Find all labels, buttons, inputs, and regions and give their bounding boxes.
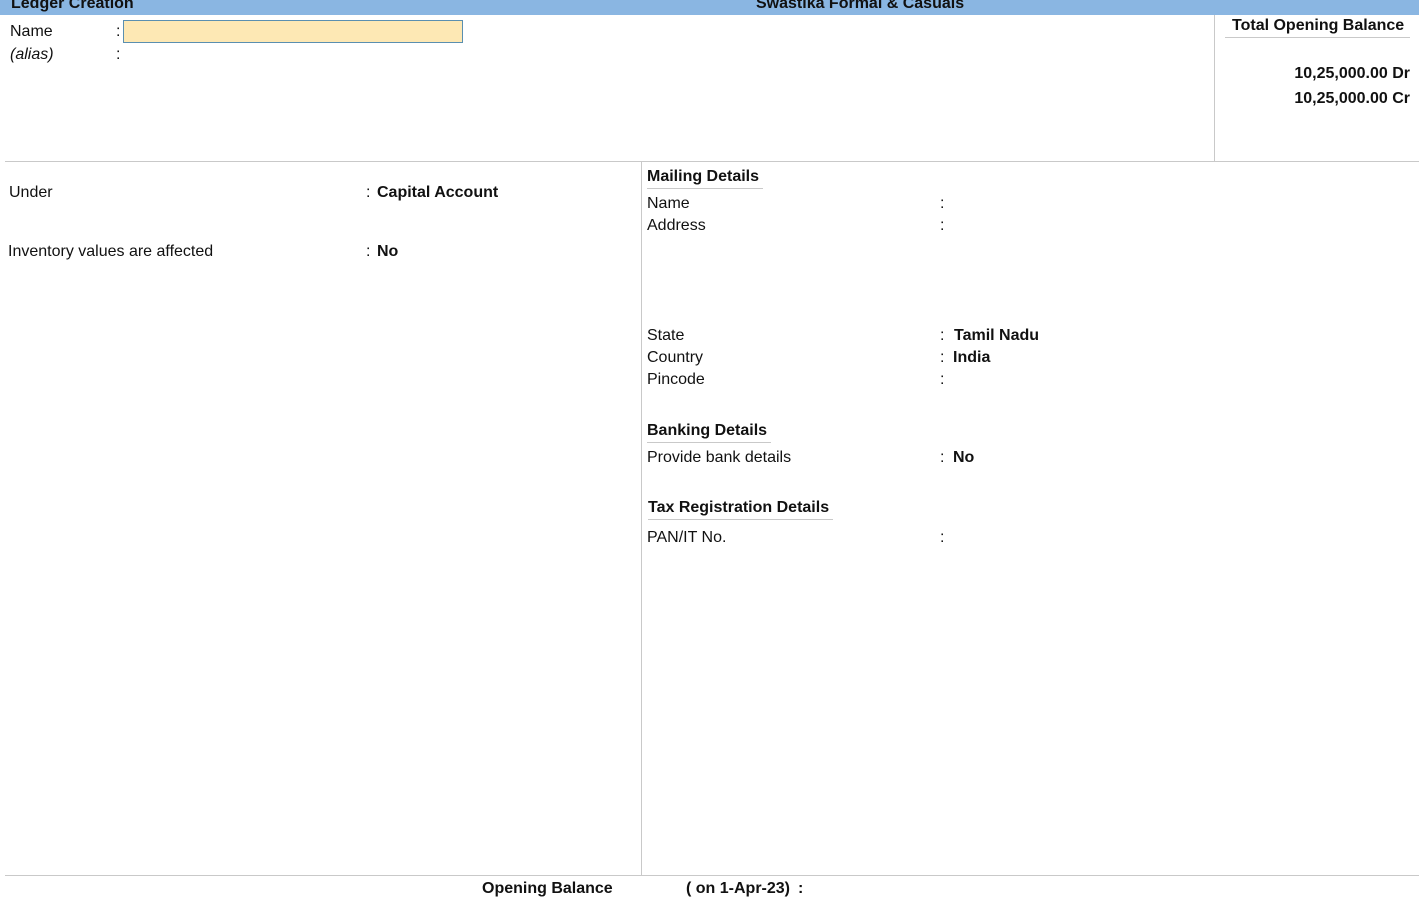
pincode-separator: : [940, 371, 945, 388]
name-separator: : [116, 23, 121, 40]
address-separator: : [940, 217, 945, 234]
inventory-affected-value[interactable]: No [377, 243, 398, 261]
total-opening-balance-title: Total Opening Balance [1225, 17, 1411, 38]
pincode-field[interactable] [952, 370, 1152, 390]
banking-details-title: Banking Details [647, 422, 772, 443]
tax-registration-title: Tax Registration Details [648, 499, 834, 520]
under-separator: : [366, 184, 371, 201]
under-value[interactable]: Capital Account [377, 184, 498, 202]
footer-divider [5, 875, 1419, 876]
opening-balance-field[interactable] [812, 879, 1012, 899]
country-label: Country [647, 349, 704, 366]
alias-input[interactable] [123, 45, 461, 65]
pan-field[interactable] [952, 528, 1252, 548]
address-label: Address [647, 217, 706, 234]
title-bar: Ledger Creation Swastika Formal & Casual… [0, 0, 1419, 15]
provide-bank-details-label: Provide bank details [647, 449, 792, 466]
opening-balance-label: Opening Balance [482, 880, 613, 897]
company-name: Swastika Formal & Casuals [756, 0, 965, 12]
total-credit-balance: 10,25,000.00 Cr [1294, 90, 1410, 107]
state-label: State [647, 327, 685, 344]
mailing-name-field[interactable] [952, 194, 1392, 214]
inventory-affected-label: Inventory values are affected [8, 243, 214, 260]
country-separator: : [940, 349, 945, 366]
screen-title: Ledger Creation [11, 0, 134, 12]
name-label: Name [10, 23, 53, 40]
provide-bank-details-separator: : [940, 449, 945, 466]
pan-separator: : [940, 529, 945, 546]
mailing-name-label: Name [647, 195, 690, 212]
mailing-name-separator: : [940, 195, 945, 212]
state-separator: : [940, 327, 945, 344]
inventory-separator: : [366, 243, 371, 260]
alias-label: (alias) [10, 46, 54, 63]
header-divider [5, 161, 1419, 162]
under-label: Under [9, 184, 53, 201]
ledger-name-input[interactable] [123, 20, 463, 43]
pincode-label: Pincode [647, 371, 705, 388]
opening-balance-date: ( on 1-Apr-23) [686, 880, 790, 897]
total-debit-balance: 10,25,000.00 Dr [1294, 65, 1410, 82]
mailing-details-title: Mailing Details [647, 168, 764, 189]
panel-divider [641, 162, 642, 875]
provide-bank-details-value[interactable]: No [953, 449, 974, 467]
country-value[interactable]: India [953, 349, 990, 367]
state-value[interactable]: Tamil Nadu [954, 327, 1039, 345]
balance-panel-divider [1214, 15, 1215, 161]
opening-balance-separator: : [798, 880, 804, 897]
alias-separator: : [116, 46, 121, 63]
address-field[interactable] [952, 216, 1392, 236]
pan-label: PAN/IT No. [647, 529, 727, 546]
